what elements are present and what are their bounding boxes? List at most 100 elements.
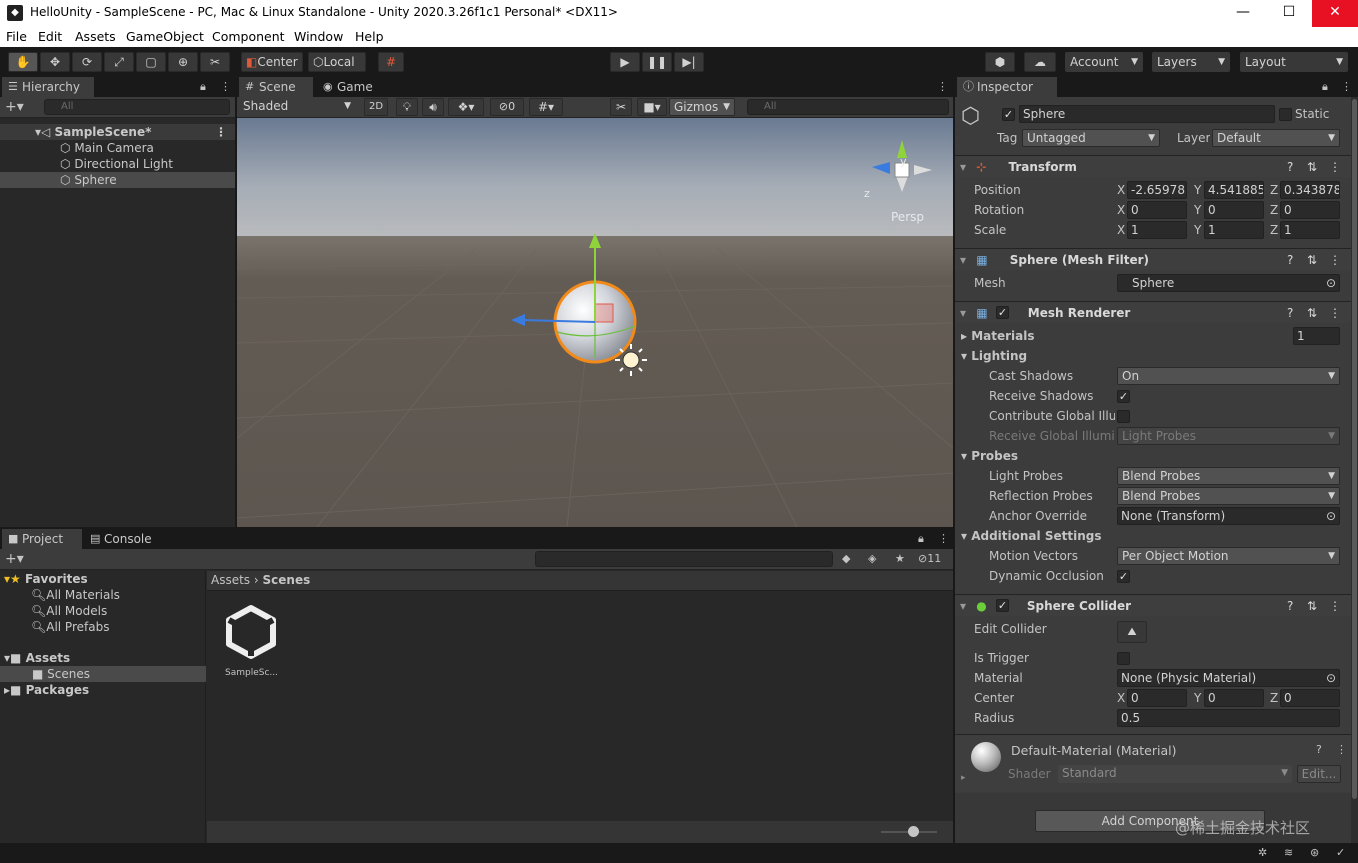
tools-icon[interactable]: ✂ (610, 98, 632, 116)
help-icon[interactable]: ? (1287, 156, 1293, 178)
motion-vectors-dropdown[interactable]: Per Object Motion ▼ (1117, 547, 1340, 565)
move-tool-icon[interactable]: ✥ (40, 52, 70, 72)
list-item[interactable]: ⬡ Directional Light (0, 156, 235, 172)
help-icon[interactable]: ? (1287, 595, 1293, 617)
close-button[interactable]: ✕ (1312, 0, 1358, 27)
rotate-tool-icon[interactable]: ⟳ (72, 52, 102, 72)
edit-collider-icon[interactable]: ⛰ (1117, 621, 1147, 643)
scale-tool-icon[interactable]: ⤢ (104, 52, 134, 72)
anchor-override-field[interactable]: None (Transform) ⊙ (1117, 507, 1340, 525)
layers-icon[interactable]: ≋ (1284, 846, 1293, 859)
tab-project[interactable]: ■ Project (2, 529, 82, 549)
rect-tool-icon[interactable]: ▢ (136, 52, 166, 72)
preset-icon[interactable]: ⇅ (1307, 156, 1317, 178)
list-item[interactable]: ⬡ Main Camera (0, 140, 235, 156)
menu-window[interactable]: Window (294, 29, 343, 44)
probes-foldout[interactable]: ▾ Probes (961, 449, 1018, 463)
label-icon[interactable]: ◈ (868, 552, 876, 565)
help-icon[interactable]: ? (1287, 302, 1293, 324)
hierarchy-search-input[interactable]: All (44, 99, 230, 115)
transform-tool-icon[interactable]: ⊕ (168, 52, 198, 72)
2d-toggle[interactable]: 2D (364, 98, 388, 116)
more-icon[interactable]: ⋮ (220, 80, 231, 93)
position-z-field[interactable]: 0.343878 (1280, 181, 1340, 199)
favorites-header[interactable]: ▾★ Favorites (4, 571, 88, 587)
rotation-x-field[interactable]: 0 (1127, 201, 1187, 219)
projection-label[interactable]: Persp (891, 210, 924, 224)
sphere-collider-header[interactable]: ▾ ● ✓ Sphere Collider ? ⇅ ⋮ (955, 594, 1351, 616)
object-picker-icon[interactable]: ⊙ (1326, 508, 1336, 524)
breadcrumb-assets[interactable]: Assets (211, 573, 250, 587)
more-icon[interactable]: ⋮ (1329, 156, 1341, 178)
filter-type-icon[interactable]: ◆ (842, 552, 850, 565)
lock-icon[interactable]: 🔒︎ (200, 80, 206, 94)
more-icon[interactable]: ⋮ (1336, 743, 1347, 756)
breadcrumb-scenes[interactable]: Scenes (263, 573, 311, 587)
tab-scene[interactable]: # Scene (239, 77, 313, 97)
draw-mode-dropdown[interactable]: Shaded ▼ (239, 98, 355, 116)
object-picker-icon[interactable]: ⊙ (1326, 275, 1336, 291)
menu-file[interactable]: File (6, 29, 27, 44)
lock-icon[interactable]: 🔒︎ (1322, 80, 1328, 94)
enabled-checkbox[interactable]: ✓ (996, 306, 1009, 319)
assets-folder[interactable]: ▾■ Assets (4, 650, 70, 666)
scene-row[interactable]: ▾◁ SampleScene* ⋮ (0, 124, 235, 140)
list-item[interactable]: ⬡ Sphere (0, 172, 235, 188)
effects-icon[interactable]: ❖▾ (448, 98, 484, 116)
menu-assets[interactable]: Assets (75, 29, 116, 44)
tab-inspector[interactable]: ⓘ Inspector (957, 77, 1057, 97)
more-icon[interactable]: ⋮ (1329, 595, 1341, 617)
hidden-objects-toggle[interactable]: ⊘0 (490, 98, 524, 116)
layer-dropdown[interactable]: Default ▼ (1212, 129, 1340, 147)
enabled-checkbox[interactable]: ✓ (996, 599, 1009, 612)
hidden-packages-toggle[interactable]: ⊘11 (918, 552, 941, 565)
scene-asset[interactable]: SampleSc... (221, 604, 281, 684)
position-x-field[interactable]: -2.659783 (1127, 181, 1187, 199)
menu-component[interactable]: Component (212, 29, 285, 44)
more-icon[interactable]: ⋮ (215, 124, 227, 140)
preset-icon[interactable]: ⇅ (1307, 249, 1317, 271)
tab-hierarchy[interactable]: ☰ Hierarchy (2, 77, 94, 97)
scrollbar-thumb[interactable] (1352, 99, 1357, 799)
cast-shadows-dropdown[interactable]: On ▼ (1117, 367, 1340, 385)
static-label[interactable]: Static (1295, 107, 1329, 121)
zoom-slider-thumb[interactable] (908, 826, 919, 837)
project-search-input[interactable] (535, 551, 833, 567)
static-checkbox[interactable] (1279, 108, 1292, 121)
minimize-button[interactable]: — (1220, 0, 1266, 27)
mesh-filter-header[interactable]: ▾ ▦ Sphere (Mesh Filter) ? ⇅ ⋮ (955, 248, 1351, 270)
physic-material-field[interactable]: None (Physic Material) ⊙ (1117, 669, 1340, 687)
radius-field[interactable]: 0.5 (1117, 709, 1340, 727)
lock-icon[interactable]: 🔒︎ (918, 532, 924, 546)
rotation-y-field[interactable]: 0 (1204, 201, 1264, 219)
scene-search-input[interactable]: All (747, 99, 949, 115)
snap-grid-icon[interactable]: # (378, 52, 404, 72)
edit-shader-button[interactable]: Edit... (1297, 765, 1341, 783)
menu-help[interactable]: Help (355, 29, 384, 44)
scenes-folder[interactable]: ■ Scenes (0, 666, 206, 682)
network-icon[interactable]: ⊛ (1310, 846, 1319, 859)
check-icon[interactable]: ✓ (1336, 846, 1345, 859)
scale-z-field[interactable]: 1 (1280, 221, 1340, 239)
cloud-icon[interactable]: ☁ (1024, 52, 1056, 72)
list-item[interactable]: 🔍︎All Materials (31, 587, 120, 603)
chevron-right-icon[interactable]: ▸ (961, 773, 966, 783)
tab-game[interactable]: ◉ Game (317, 77, 387, 97)
position-y-field[interactable]: 4.541885 (1204, 181, 1264, 199)
help-icon[interactable]: ? (1287, 249, 1293, 271)
menu-edit[interactable]: Edit (38, 29, 62, 44)
gizmos-dropdown[interactable]: Gizmos ▼ (669, 98, 735, 116)
scene-viewport[interactable] (237, 118, 953, 527)
shader-dropdown[interactable]: Standard ▼ (1058, 765, 1292, 783)
scale-x-field[interactable]: 1 (1127, 221, 1187, 239)
lighting-icon[interactable]: 💡︎ (396, 98, 418, 116)
materials-size-field[interactable]: 1 (1293, 327, 1340, 345)
account-dropdown[interactable]: Account ▼ (1065, 52, 1143, 72)
tag-dropdown[interactable]: Untagged ▼ (1022, 129, 1160, 147)
maximize-button[interactable]: ☐ (1266, 0, 1312, 27)
rotation-z-field[interactable]: 0 (1280, 201, 1340, 219)
additional-settings-foldout[interactable]: ▾ Additional Settings (961, 529, 1101, 543)
more-icon[interactable]: ⋮ (1329, 302, 1341, 324)
pause-button[interactable]: ❚❚ (642, 52, 672, 72)
tab-console[interactable]: ▤ Console (84, 529, 168, 549)
